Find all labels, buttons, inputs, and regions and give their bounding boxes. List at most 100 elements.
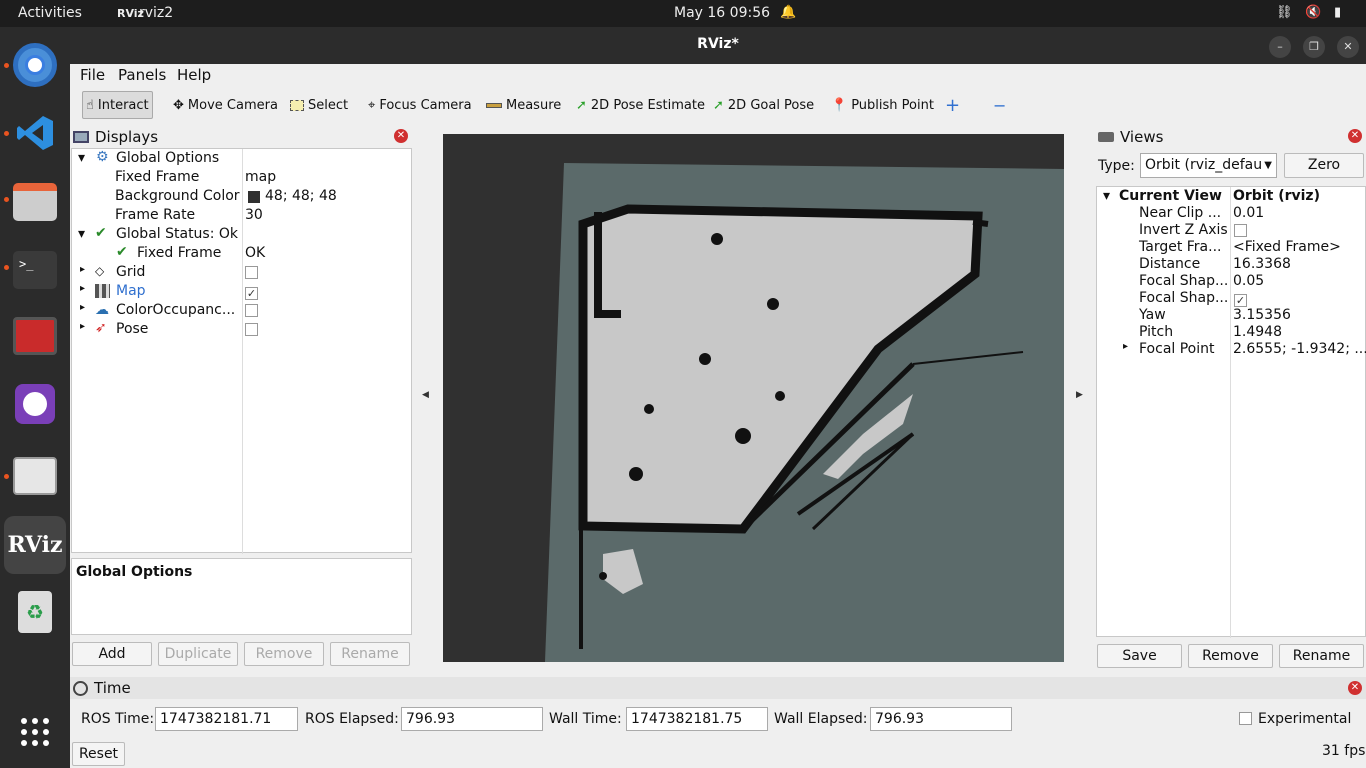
views-header: Views ✕ <box>1095 126 1366 148</box>
rviz-dock-icon[interactable]: RViz <box>4 516 66 574</box>
files-icon[interactable] <box>10 177 60 227</box>
volume-icon[interactable]: 🔇 <box>1305 5 1321 20</box>
select-icon <box>290 99 304 111</box>
focal-point-value[interactable]: 2.6555; -1.9342; ... <box>1233 341 1366 360</box>
cloud-icon: ☁ <box>95 302 109 318</box>
add-button[interactable]: Add <box>72 642 152 666</box>
menu-help[interactable]: Help <box>177 66 211 84</box>
view-type-select[interactable]: Orbit (rviz_defau ▼ <box>1140 153 1277 178</box>
fixed-frame-value[interactable]: map <box>245 169 276 188</box>
tree-expander[interactable]: ▸ <box>80 264 85 283</box>
add-tool-button[interactable]: + <box>942 91 963 119</box>
color-swatch[interactable] <box>248 191 260 203</box>
tree-expander[interactable]: ▾ <box>1103 188 1110 207</box>
window-titlebar[interactable]: RViz* – ❐ ✕ <box>70 27 1366 64</box>
terminal-icon[interactable]: >_ <box>10 245 60 295</box>
background-color-value[interactable]: 48; 48; 48 <box>265 188 337 207</box>
measure-tool[interactable]: Measure <box>483 91 564 119</box>
close-button[interactable]: ✕ <box>1337 36 1359 58</box>
render-viewport[interactable] <box>443 134 1064 662</box>
menu-panels[interactable]: Panels <box>118 66 166 84</box>
display-label[interactable]: ColorOccupanc... <box>116 302 235 321</box>
experimental-checkbox[interactable] <box>1239 712 1252 729</box>
remove-view-button[interactable]: Remove <box>1188 644 1273 668</box>
focal-shape-size-value[interactable]: 0.05 <box>1233 273 1264 292</box>
select-tool[interactable]: Select <box>287 91 351 119</box>
remove-display-button[interactable]: Remove <box>244 642 324 666</box>
trash-icon[interactable]: ♻ <box>10 587 60 637</box>
display-label[interactable]: Global Options <box>116 150 219 169</box>
displays-header: Displays ✕ <box>70 126 412 148</box>
tree-expander[interactable]: ▸ <box>80 283 85 302</box>
collapse-left-handle[interactable]: ◀ <box>422 390 429 400</box>
description-title: Global Options <box>76 564 193 580</box>
close-panel-icon[interactable]: ✕ <box>1348 129 1362 143</box>
pose-checkbox[interactable] <box>245 323 258 342</box>
tree-expander[interactable]: ▾ <box>78 226 85 245</box>
status-value: OK <box>245 245 266 261</box>
coloroccupancy-checkbox[interactable] <box>245 304 258 323</box>
display-label[interactable]: Fixed Frame <box>137 245 221 264</box>
zero-button[interactable]: Zero <box>1284 153 1364 178</box>
near-clip-value[interactable]: 0.01 <box>1233 205 1264 224</box>
ros-time-label: ROS Time: <box>81 711 155 727</box>
tree-expander[interactable]: ▸ <box>80 321 85 340</box>
tree-expander[interactable]: ▸ <box>1123 341 1128 360</box>
reset-button[interactable]: Reset <box>72 742 125 766</box>
wall-time-field[interactable]: 1747382181.75 <box>626 707 768 731</box>
wall-elapsed-field[interactable]: 796.93 <box>870 707 1012 731</box>
displays-title: Displays <box>95 128 159 146</box>
occupancy-map <box>545 163 1064 662</box>
close-panel-icon[interactable]: ✕ <box>394 129 408 143</box>
app-grid-icon[interactable] <box>10 707 60 757</box>
tree-expander[interactable]: ▸ <box>80 302 85 321</box>
system-top-bar: Activities RViz rviz2 May 16 09:56 🔔 ⛓ 🔇… <box>0 0 1366 27</box>
remove-tool-button[interactable]: − <box>990 91 1009 119</box>
monitor-icon <box>73 131 89 143</box>
menu-file[interactable]: File <box>80 66 105 84</box>
rename-display-button[interactable]: Rename <box>330 642 410 666</box>
map-checkbox[interactable]: ✓ <box>245 285 258 304</box>
battery-icon[interactable]: ▮ <box>1334 5 1341 20</box>
frame-rate-value[interactable]: 30 <box>245 207 263 226</box>
view-property[interactable]: Focal Point <box>1139 341 1215 360</box>
display-label[interactable]: Frame Rate <box>115 207 195 226</box>
display-label[interactable]: Background Color <box>115 188 240 207</box>
close-panel-icon[interactable]: ✕ <box>1348 681 1362 695</box>
view-type-value: Orbit (rviz_defau <box>1145 157 1263 173</box>
clock[interactable]: May 16 09:56 <box>674 5 770 21</box>
duplicate-button[interactable]: Duplicate <box>158 642 238 666</box>
display-label[interactable]: Map <box>116 283 146 302</box>
interact-tool[interactable]: ☝ Interact <box>82 91 153 119</box>
terminator-icon[interactable] <box>10 311 60 361</box>
tree-expander[interactable]: ▾ <box>78 150 85 169</box>
display-label[interactable]: Pose <box>116 321 148 340</box>
move-camera-tool[interactable]: ✥ Move Camera <box>170 91 281 119</box>
save-view-button[interactable]: Save <box>1097 644 1182 668</box>
goal-pose-tool[interactable]: ➚ 2D Goal Pose <box>710 91 817 119</box>
ros-elapsed-field[interactable]: 796.93 <box>401 707 543 731</box>
bell-icon[interactable]: 🔔 <box>780 5 796 20</box>
app-name[interactable]: rviz2 <box>139 5 173 21</box>
menu-bar: File Panels Help <box>70 64 1366 88</box>
rename-view-button[interactable]: Rename <box>1279 644 1364 668</box>
chromium-icon[interactable] <box>10 40 60 90</box>
pose-estimate-tool[interactable]: ➚ 2D Pose Estimate <box>573 91 708 119</box>
display-label[interactable]: Fixed Frame <box>115 169 199 188</box>
grid-checkbox[interactable] <box>245 266 258 285</box>
maximize-button[interactable]: ❐ <box>1303 36 1325 58</box>
network-icon[interactable]: ⛓ <box>1276 5 1293 20</box>
chevron-down-icon: ▼ <box>1262 154 1272 177</box>
github-icon[interactable] <box>10 379 60 429</box>
collapse-right-handle[interactable]: ▶ <box>1076 390 1083 400</box>
minimize-button[interactable]: – <box>1269 36 1291 58</box>
activities-button[interactable]: Activities <box>18 5 82 21</box>
focus-camera-tool[interactable]: ⌖ Focus Camera <box>365 91 475 119</box>
ros-time-field[interactable]: 1747382181.71 <box>155 707 298 731</box>
publish-point-tool[interactable]: 📍 Publish Point <box>828 91 937 119</box>
wall-time-label: Wall Time: <box>549 711 622 727</box>
image-viewer-icon[interactable] <box>10 451 60 501</box>
display-label[interactable]: Grid <box>116 264 145 283</box>
display-label[interactable]: Global Status: Ok <box>116 226 238 245</box>
vscode-icon[interactable] <box>10 108 60 158</box>
